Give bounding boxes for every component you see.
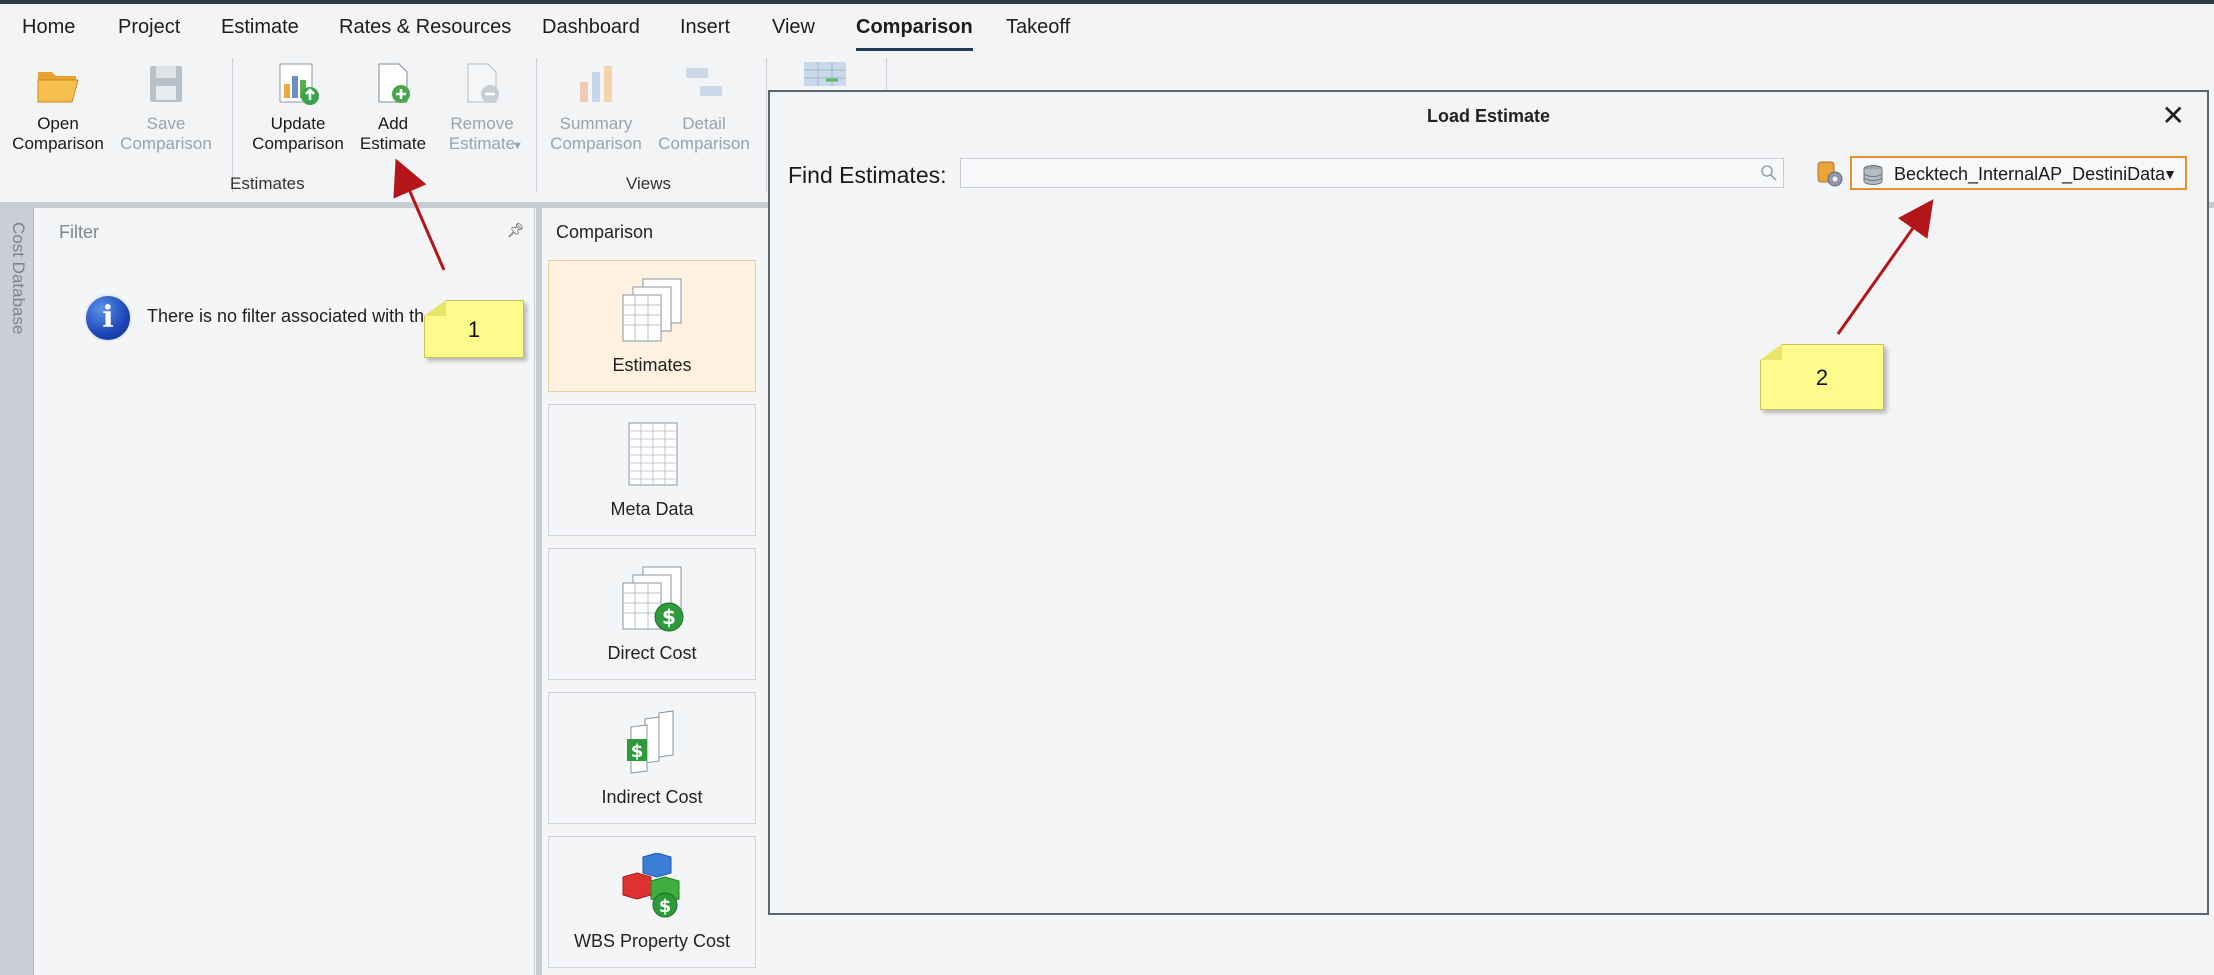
direct-cost-icon: $: [622, 566, 684, 632]
ribbon-separator: [886, 58, 887, 94]
database-select[interactable]: Becktech_InternalAP_DestiniData ▼: [1850, 156, 2187, 190]
add-document-icon: [378, 63, 410, 103]
summary-chart-icon: [580, 66, 612, 102]
remove-estimate-dropdown-icon[interactable]: ▼: [512, 140, 523, 152]
find-estimates-input[interactable]: [960, 158, 1784, 188]
update-comparison-label: Update Comparison: [252, 114, 344, 153]
wbs-cubes-icon: $: [622, 853, 680, 918]
ribbon-separator: [232, 58, 233, 192]
comparison-panel: Comparison Estimates Meta Data $ Direct …: [542, 208, 766, 975]
comparison-item-wbs-property-cost[interactable]: $ WBS Property Cost: [548, 836, 756, 968]
folder-open-icon: [37, 72, 79, 103]
ribbon-separator: [536, 58, 537, 192]
comparison-item-meta-data[interactable]: Meta Data: [548, 404, 756, 536]
search-icon[interactable]: [1760, 164, 1778, 182]
summary-comparison-button[interactable]: Summary Comparison: [546, 60, 646, 154]
find-estimates-label: Find Estimates:: [788, 162, 947, 188]
svg-text:$: $: [659, 896, 672, 917]
estimates-sheets-icon: [622, 278, 682, 342]
tab-comparison[interactable]: Comparison: [856, 16, 973, 51]
comparison-item-label: Indirect Cost: [601, 787, 703, 807]
comparison-item-label: WBS Property Cost: [573, 931, 731, 951]
update-chart-icon: [279, 63, 319, 105]
export-grid-icon[interactable]: [802, 60, 848, 88]
svg-text:$: $: [631, 741, 644, 762]
tab-home[interactable]: Home: [22, 16, 75, 39]
detail-comparison-label: Detail Comparison: [658, 114, 750, 153]
chevron-down-icon: ▼: [2163, 166, 2177, 182]
info-icon: i: [84, 294, 132, 342]
open-comparison-button[interactable]: Open Comparison: [8, 60, 108, 154]
pin-icon[interactable]: 📌︎: [507, 222, 525, 239]
svg-text:$: $: [662, 605, 676, 629]
tab-rates-resources[interactable]: Rates & Resources: [339, 16, 511, 39]
tab-dashboard[interactable]: Dashboard: [542, 16, 640, 39]
filter-message: There is no filter associated with this …: [147, 306, 457, 326]
cost-database-side-tab[interactable]: Cost Database: [0, 208, 34, 975]
annotation-note-2: 2: [1760, 344, 1884, 410]
remove-document-icon: [467, 63, 499, 103]
database-select-value: Becktech_InternalAP_DestiniData: [1894, 164, 2166, 184]
update-comparison-button[interactable]: Update Comparison: [246, 60, 350, 154]
ribbon-group-views: Views: [626, 174, 672, 193]
comparison-item-direct-cost[interactable]: $ Direct Cost: [548, 548, 756, 680]
annotation-note-1: 1: [424, 300, 524, 358]
cost-database-label: Cost Database: [9, 222, 28, 335]
close-icon[interactable]: ✕: [2162, 102, 2185, 130]
save-comparison-button[interactable]: Save Comparison: [116, 60, 216, 154]
meta-data-sheet-icon: [628, 422, 678, 486]
database-icon: [1863, 165, 1883, 186]
summary-comparison-label: Summary Comparison: [550, 114, 642, 153]
comparison-item-label: Direct Cost: [607, 643, 697, 663]
dialog-title: Load Estimate: [1426, 106, 1551, 126]
ribbon-separator: [766, 58, 767, 192]
menu-bar: Home Project Estimate Rates & Resources …: [0, 4, 2214, 54]
comparison-panel-title: Comparison: [556, 222, 654, 242]
detail-list-icon: [686, 68, 722, 96]
tab-takeoff[interactable]: Takeoff: [1006, 16, 1070, 39]
comparison-item-estimates[interactable]: Estimates: [548, 260, 756, 392]
indirect-cost-icon: $: [627, 710, 674, 774]
comparison-item-label: Estimates: [612, 355, 692, 375]
database-settings-icon[interactable]: [1814, 158, 1844, 188]
save-comparison-label: Save Comparison: [120, 114, 212, 153]
tab-project[interactable]: Project: [118, 16, 180, 39]
ribbon-group-estimates: Estimates: [230, 174, 305, 193]
tab-insert[interactable]: Insert: [680, 16, 730, 39]
load-estimate-dialog: Load Estimate ✕ Find Estimates: Becktech…: [768, 90, 2209, 915]
add-estimate-button[interactable]: Add Estimate: [352, 60, 434, 154]
detail-comparison-button[interactable]: Detail Comparison: [654, 60, 754, 154]
tab-estimate[interactable]: Estimate: [221, 16, 299, 39]
comparison-item-indirect-cost[interactable]: $ Indirect Cost: [548, 692, 756, 824]
add-estimate-label: Add Estimate: [359, 114, 427, 153]
comparison-item-label: Meta Data: [610, 499, 694, 519]
tab-view[interactable]: View: [772, 16, 815, 39]
filter-title: Filter: [59, 222, 99, 242]
save-disk-icon: [150, 66, 182, 102]
open-comparison-label: Open Comparison: [12, 114, 104, 153]
